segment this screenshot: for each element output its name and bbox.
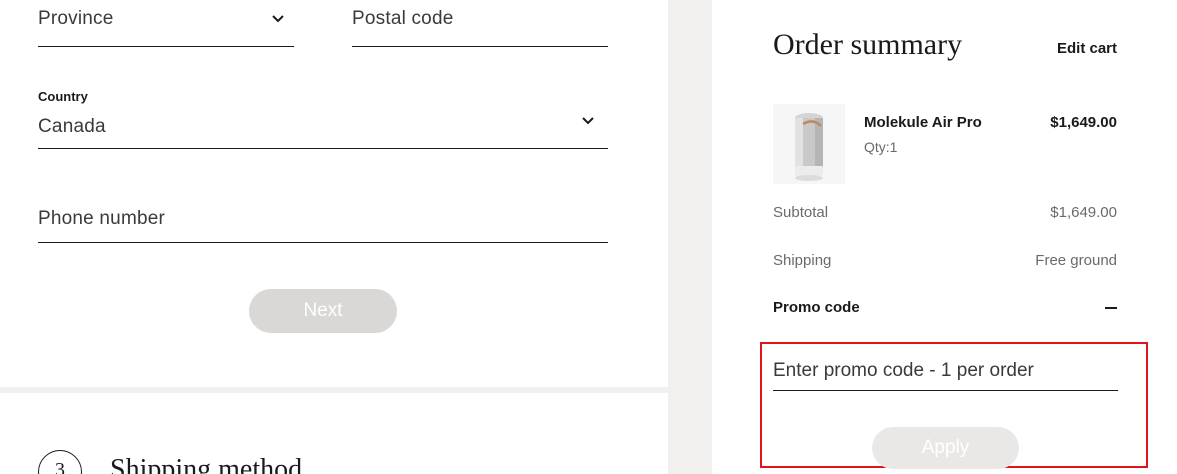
shipping-value: Free ground <box>1035 252 1117 269</box>
product-thumbnail <box>773 104 845 184</box>
country-label: Country <box>38 89 88 104</box>
promo-code-label: Promo code <box>773 299 860 316</box>
province-value: Province <box>38 8 114 29</box>
next-button[interactable]: Next <box>249 289 397 333</box>
province-select[interactable]: Province <box>38 0 294 47</box>
section-divider <box>0 387 668 393</box>
promo-code-input[interactable] <box>773 352 1118 391</box>
product-quantity: Qty:1 <box>864 139 898 155</box>
phone-number-placeholder: Phone number <box>38 208 166 229</box>
product-price: $1,649.00 <box>1050 114 1117 131</box>
postal-code-placeholder: Postal code <box>352 8 454 29</box>
apply-promo-button[interactable]: Apply <box>872 427 1019 469</box>
edit-cart-link[interactable]: Edit cart <box>1057 40 1117 57</box>
order-summary-panel: Order summary Edit cart Molekule Air Pro… <box>712 0 1177 474</box>
country-value: Canada <box>38 116 106 137</box>
postal-code-field[interactable]: Postal code <box>352 0 608 47</box>
step-number-badge: 3 <box>38 450 82 474</box>
checkout-form-column: Province Postal code Country Canada Phon… <box>0 0 668 474</box>
order-summary-title: Order summary <box>773 28 963 61</box>
subtotal-value: $1,649.00 <box>1050 204 1117 221</box>
product-name: Molekule Air Pro <box>864 114 982 131</box>
minus-icon[interactable] <box>1105 307 1117 309</box>
country-select[interactable]: Country Canada <box>38 86 608 149</box>
phone-number-field[interactable]: Phone number <box>38 196 608 243</box>
shipping-label: Shipping <box>773 252 832 269</box>
chevron-down-icon <box>582 117 594 125</box>
shipping-method-heading: Shipping method <box>110 454 303 474</box>
chevron-down-icon <box>272 15 284 23</box>
column-gutter <box>668 0 712 474</box>
subtotal-label: Subtotal <box>773 204 829 221</box>
